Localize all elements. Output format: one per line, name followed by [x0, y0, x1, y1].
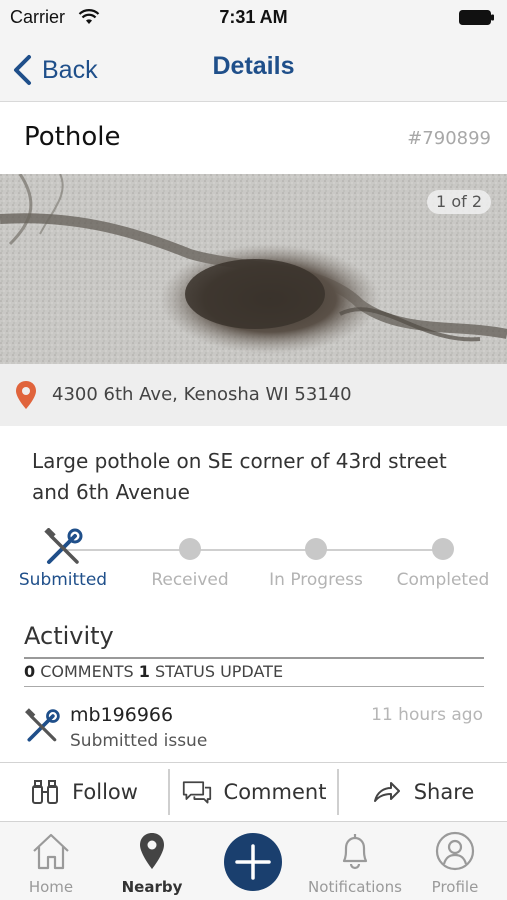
tab-home[interactable]: Home	[1, 822, 101, 900]
issue-photo[interactable]: 1 of 2	[0, 174, 507, 364]
tab-notifications-label: Notifications	[308, 878, 402, 896]
step-label: Submitted	[18, 570, 108, 590]
divider	[24, 686, 484, 687]
issue-header: Pothole #790899	[0, 102, 507, 174]
status-count: 1	[138, 662, 150, 681]
issue-title: Pothole	[24, 122, 121, 152]
photo-counter: 1 of 2	[427, 190, 491, 214]
activity-counts: 0 COMMENTS 1 STATUS UPDATE	[24, 662, 283, 681]
activity-item[interactable]: mb196966 Submitted issue 11 hours ago	[0, 700, 507, 758]
activity-user[interactable]: mb196966	[70, 704, 173, 726]
profile-icon	[435, 831, 475, 871]
step-label: In Progress	[269, 570, 363, 590]
step-received: Received	[120, 528, 260, 590]
battery-icon	[459, 10, 494, 25]
add-issue-button[interactable]	[224, 833, 282, 891]
status-progress: Submitted Received In Progress Completed	[0, 528, 507, 598]
location-pin-icon	[140, 833, 164, 869]
status-bar: Carrier 7:31 AM	[0, 0, 507, 40]
step-dot	[305, 538, 327, 560]
follow-label: Follow	[72, 780, 138, 804]
divider	[24, 657, 484, 659]
tools-icon	[44, 528, 83, 564]
step-dot	[432, 538, 454, 560]
step-in-progress: In Progress	[246, 528, 386, 590]
tab-home-label: Home	[28, 878, 74, 896]
tab-profile[interactable]: Profile	[405, 822, 505, 900]
share-label: Share	[413, 780, 475, 804]
page-title: Details	[212, 52, 295, 80]
step-submitted: Submitted	[0, 528, 133, 590]
tab-notifications[interactable]: Notifications	[305, 822, 405, 900]
location-pin-icon	[16, 381, 36, 409]
address-bar[interactable]: 4300 6th Ave, Kenosha WI 53140	[0, 364, 507, 426]
step-label: Received	[151, 570, 229, 590]
tools-icon	[25, 708, 60, 742]
comment-button[interactable]: Comment	[170, 763, 338, 821]
bell-icon	[342, 834, 368, 870]
issue-description: Large pothole on SE corner of 43rd stree…	[32, 449, 447, 504]
status-label: STATUS UPDATE	[154, 662, 284, 681]
clock: 7:31 AM	[219, 7, 288, 27]
navigation-bar: Back Details	[0, 40, 507, 102]
comment-icon	[182, 781, 211, 804]
step-dot	[179, 538, 201, 560]
step-completed: Completed	[373, 528, 507, 590]
tab-bar: Home Nearby Notifications Profile	[0, 822, 507, 900]
share-button[interactable]: Share	[339, 763, 507, 821]
comments-label: COMMENTS	[40, 662, 134, 681]
action-bar: Follow Comment Share	[0, 762, 507, 822]
comments-count: 0	[24, 662, 36, 681]
home-icon	[33, 833, 69, 870]
plus-icon	[235, 844, 271, 880]
activity-heading: Activity	[24, 622, 114, 650]
binoculars-icon	[32, 780, 59, 804]
address-text: 4300 6th Ave, Kenosha WI 53140	[52, 384, 352, 405]
follow-button[interactable]: Follow	[0, 763, 168, 821]
issue-id: #790899	[407, 128, 491, 149]
tab-nearby-label: Nearby	[121, 878, 183, 896]
activity-text: Submitted issue	[70, 731, 208, 751]
step-label: Completed	[396, 570, 490, 590]
comment-label: Comment	[223, 780, 327, 804]
tab-nearby[interactable]: Nearby	[102, 822, 202, 900]
activity-time: 11 hours ago	[371, 705, 483, 725]
share-arrow-icon	[373, 782, 400, 802]
tab-profile-label: Profile	[431, 878, 479, 896]
